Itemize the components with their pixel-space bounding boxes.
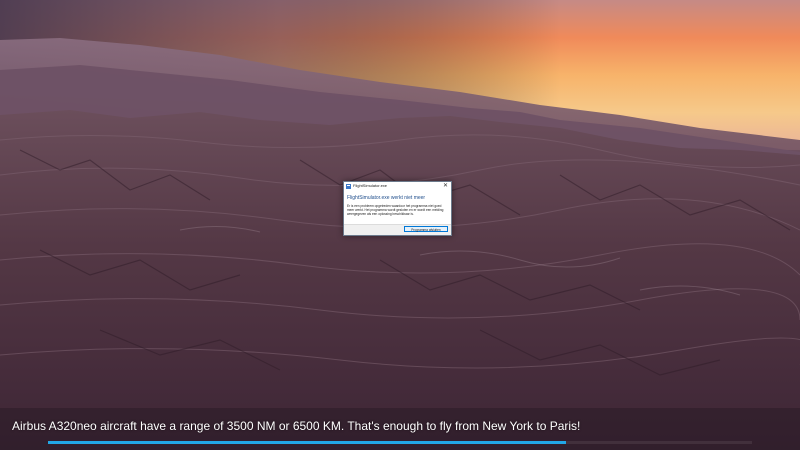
app-icon bbox=[346, 184, 351, 189]
dialog-footer: Programma afsluiten bbox=[344, 224, 451, 235]
loading-progress-bar bbox=[48, 441, 752, 444]
dialog-message: Er is een probleem opgetreden waardoor h… bbox=[347, 204, 444, 216]
dialog-heading: FlightSimulator.exe werkt niet meer bbox=[347, 195, 426, 201]
error-dialog: FlightSimulator.exe ✕ FlightSimulator.ex… bbox=[343, 181, 452, 236]
close-icon[interactable]: ✕ bbox=[442, 182, 449, 190]
dialog-titlebar[interactable]: FlightSimulator.exe ✕ bbox=[344, 182, 451, 191]
dialog-title: FlightSimulator.exe bbox=[353, 183, 388, 188]
flight-sim-loading-screen: FlightSimulator.exe ✕ FlightSimulator.ex… bbox=[0, 0, 800, 450]
loading-tip-text: Airbus A320neo aircraft have a range of … bbox=[12, 419, 581, 433]
close-program-button[interactable]: Programma afsluiten bbox=[404, 226, 448, 232]
loading-progress-fill bbox=[48, 441, 567, 444]
